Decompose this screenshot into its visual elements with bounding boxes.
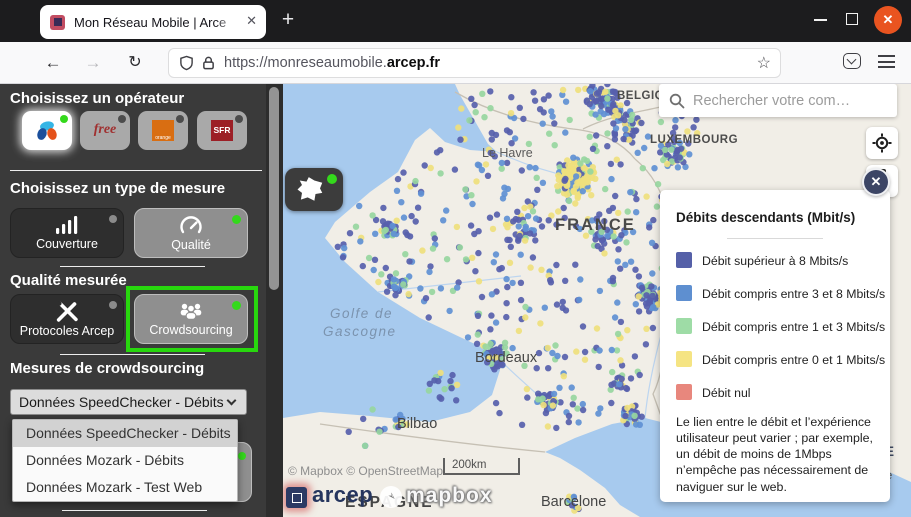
coverage-dot — [109, 215, 117, 223]
signal-bars-icon — [55, 215, 79, 235]
page-content: Choisissez un opérateur free orange SFR — [0, 84, 911, 517]
divider — [10, 170, 262, 171]
new-tab-button[interactable]: + — [274, 6, 302, 34]
lock-icon[interactable] — [202, 55, 215, 71]
search-placeholder: Rechercher votre com… — [693, 93, 850, 109]
geolocate-button[interactable] — [866, 127, 898, 159]
forward-button: → — [80, 50, 106, 76]
url-bar[interactable]: https://monreseaumobile.arcep.fr ☆ — [168, 48, 781, 78]
title-bar: Mon Réseau Mobile | Arce ✕ + ✕ — [0, 0, 911, 42]
arcep-logo-icon — [286, 487, 307, 508]
search-icon — [669, 93, 685, 109]
operator-dot — [176, 115, 184, 123]
crowdsourcing-measures-heading: Mesures de crowdsourcing — [10, 360, 204, 377]
quality-label: Qualité — [171, 238, 211, 252]
bookmark-star-icon[interactable]: ☆ — [757, 53, 771, 73]
tab-close-icon[interactable]: ✕ — [246, 13, 257, 29]
browser-toolbar: ← → ↻ https://monreseaumobile.arcep.fr ☆ — [0, 42, 911, 84]
legend-swatch — [676, 285, 692, 301]
window-minimize-button[interactable] — [814, 19, 827, 21]
divider — [60, 354, 205, 355]
legend-swatch — [676, 252, 692, 268]
legend-note: Le lien entre le débit et l’expérience u… — [676, 414, 876, 495]
tab-title: Mon Réseau Mobile | Arce — [74, 15, 232, 30]
legend-close-button[interactable]: ✕ — [862, 168, 890, 196]
crowdsourcing-selected-dot — [232, 301, 241, 310]
orange-logo: orange — [152, 120, 174, 141]
protocols-arcep-label: Protocoles Arcep — [20, 324, 115, 338]
france-button-dot — [327, 174, 337, 184]
measure-type-heading: Choisissez un type de mesure — [10, 180, 225, 197]
operator-dot — [235, 115, 243, 123]
france-overview-button[interactable] — [285, 168, 343, 211]
mapbox-logo-text: mapbox — [406, 484, 493, 508]
arcep-favicon-icon — [50, 15, 65, 30]
sidebar-scrollbar[interactable] — [266, 84, 283, 517]
tab-title-fade — [215, 5, 245, 39]
quality-button[interactable]: Qualité — [134, 208, 248, 258]
scrollbar-thumb[interactable] — [269, 87, 279, 290]
quality-measured-heading: Qualité mesurée — [10, 272, 127, 289]
crowdsourcing-data-select[interactable]: Données SpeedChecker - Débits — [10, 389, 247, 415]
coverage-button[interactable]: Couverture — [10, 208, 124, 258]
legend-swatch — [676, 384, 692, 400]
back-button[interactable]: ← — [40, 50, 66, 76]
map-scale-bar: 200km — [443, 458, 520, 475]
reload-button[interactable]: ↻ — [122, 50, 148, 76]
filters-sidebar: Choisissez un opérateur free orange SFR — [0, 84, 283, 517]
arcep-logo-text: arcep — [312, 482, 373, 508]
divider — [60, 266, 205, 267]
select-value: Données SpeedChecker - Débits — [19, 394, 224, 410]
window-maximize-button[interactable] — [846, 13, 858, 25]
dropdown-option-speedchecker-debits[interactable]: Données SpeedChecker - Débits — [13, 420, 237, 447]
people-group-icon — [178, 301, 204, 321]
crowdsourcing-label: Crowdsourcing — [149, 323, 232, 337]
geolocate-target-icon — [872, 133, 892, 153]
sfr-logo: SFR — [211, 120, 233, 141]
map-attribution[interactable]: © Mapbox © OpenStreetMap — [288, 464, 443, 478]
dropdown-option-mozark-debits[interactable]: Données Mozark - Débits — [13, 447, 237, 474]
legend-panel: Débits descendants (Mbit/s) Débit supéri… — [660, 190, 890, 502]
browser-tab[interactable]: Mon Réseau Mobile | Arce ✕ — [40, 5, 266, 39]
chevron-down-icon — [227, 396, 237, 406]
quality-selected-dot — [232, 215, 241, 224]
protocols-dot — [109, 301, 117, 309]
dropdown-option-mozark-testweb[interactable]: Données Mozark - Test Web — [13, 474, 237, 501]
commune-search-box[interactable]: Rechercher votre com… — [659, 84, 897, 117]
operator-heading: Choisissez un opérateur — [10, 90, 184, 107]
operator-dot — [118, 115, 126, 123]
divider — [62, 510, 207, 511]
protocols-arcep-button[interactable]: Protocoles Arcep — [10, 294, 124, 344]
browser-window: Mon Réseau Mobile | Arce ✕ + ✕ ← → ↻ htt… — [0, 0, 911, 517]
url-text: https://monreseaumobile.arcep.fr — [224, 55, 440, 71]
gauge-icon — [178, 214, 204, 236]
operator-orange-button[interactable]: orange — [138, 111, 188, 150]
shield-permissions-icon[interactable] — [179, 55, 194, 71]
mapbox-logo-icon: ➢ — [380, 486, 402, 508]
url-domain: arcep.fr — [387, 55, 440, 71]
legend-swatch — [676, 318, 692, 334]
operator-bouygues-button[interactable] — [22, 111, 72, 150]
operator-free-button[interactable]: free — [80, 111, 130, 150]
tools-icon — [55, 300, 79, 322]
france-silhouette-icon — [297, 176, 325, 203]
crowdsourcing-button[interactable]: Crowdsourcing — [134, 294, 248, 344]
bouygues-logo-icon — [34, 119, 60, 143]
select-dropdown-list: Données SpeedChecker - Débits Données Mo… — [12, 419, 238, 502]
legend-divider — [727, 238, 823, 239]
legend-title: Débits descendants (Mbit/s) — [676, 210, 855, 225]
hamburger-menu-icon[interactable] — [878, 55, 895, 69]
legend-swatch — [676, 351, 692, 367]
hidden-button-dot — [238, 452, 246, 460]
operator-selected-dot — [60, 115, 68, 123]
pocket-icon[interactable] — [843, 53, 861, 69]
coverage-label: Couverture — [36, 237, 98, 251]
operator-sfr-button[interactable]: SFR — [197, 111, 247, 150]
window-close-button[interactable]: ✕ — [874, 6, 902, 34]
map-canvas[interactable]: BELGIQLUXEMBOURGLe HavreFRANCEGolfe deGa… — [283, 84, 911, 517]
